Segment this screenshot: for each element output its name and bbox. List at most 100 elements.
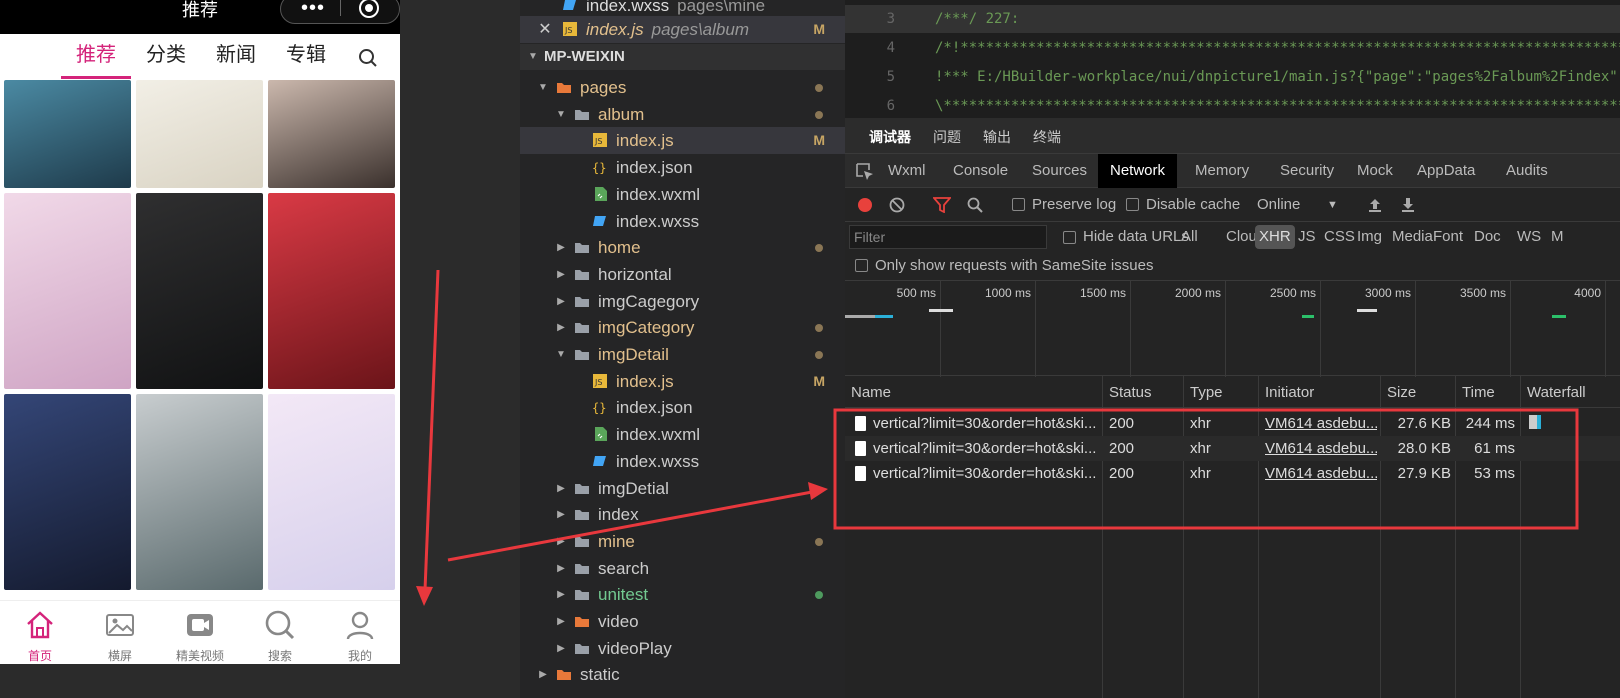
tree-item[interactable]: JS index.js M — [520, 368, 845, 395]
chevron-right-icon[interactable]: ▶ — [554, 528, 568, 555]
tree-item[interactable]: ▶ unitest — [520, 581, 845, 608]
col-type[interactable]: Type — [1190, 378, 1223, 408]
preserve-log-checkbox[interactable] — [1012, 198, 1025, 211]
filter-type-font[interactable]: Font — [1429, 225, 1467, 249]
tree-item[interactable]: ▶ static — [520, 661, 845, 688]
tree-item[interactable]: index.wxml — [520, 421, 845, 448]
col-status[interactable]: Status — [1109, 378, 1152, 408]
meme-image[interactable] — [136, 80, 263, 188]
filter-icon[interactable] — [933, 197, 951, 213]
col-time[interactable]: Time — [1462, 378, 1495, 408]
chevron-right-icon[interactable]: ▶ — [554, 314, 568, 341]
upload-icon[interactable] — [1367, 197, 1383, 213]
disable-cache-checkbox[interactable] — [1126, 198, 1139, 211]
code-line[interactable]: 3 /***/ 227: — [845, 5, 1620, 33]
tab-horizontal[interactable]: 横屏 — [80, 601, 160, 664]
chevron-right-icon[interactable]: ▶ — [554, 261, 568, 288]
filter-type-img[interactable]: Img — [1353, 225, 1386, 249]
panel-appdata[interactable]: AppData — [1405, 154, 1487, 188]
col-size[interactable]: Size — [1387, 378, 1416, 408]
tree-item[interactable]: ▶ video — [520, 608, 845, 635]
pastel-sky-image[interactable] — [268, 394, 395, 590]
tree-item[interactable]: {} index.json — [520, 154, 845, 181]
tab-terminal[interactable]: 终端 — [1033, 127, 1061, 147]
woman-sequin-dress-image[interactable] — [136, 394, 263, 590]
chevron-right-icon[interactable]: ▶ — [554, 555, 568, 582]
chevron-right-icon[interactable]: ▶ — [554, 608, 568, 635]
chevron-down-icon[interactable]: ▼ — [554, 341, 568, 368]
chevron-right-icon[interactable]: ▶ — [554, 475, 568, 502]
throttle-select[interactable]: Online — [1257, 188, 1300, 222]
tree-item[interactable]: ▼ imgDetail — [520, 341, 845, 368]
search-icon[interactable] — [967, 197, 983, 213]
chevron-right-icon[interactable]: ▶ — [536, 661, 550, 688]
code-line[interactable]: 5 !*** E:/HBuilder-workplace/nui/dnpictu… — [845, 63, 1620, 91]
request-row[interactable]: vertical?limit=30&order=hot&ski... 200 xhr… — [845, 436, 1620, 461]
filter-type-doc[interactable]: Doc — [1470, 225, 1505, 249]
panel-wxml[interactable]: Wxml — [876, 154, 938, 188]
chevron-down-icon[interactable]: ▼ — [1327, 188, 1338, 222]
chevron-down-icon[interactable]: ▼ — [554, 101, 568, 128]
filter-type-m[interactable]: M — [1547, 225, 1568, 249]
tab-video[interactable]: 精美视频 — [160, 601, 240, 664]
code-line[interactable]: 6 \*************************************… — [845, 92, 1620, 118]
tree-item[interactable]: ▶ mine — [520, 528, 845, 555]
nav-album[interactable]: 专辑 — [286, 42, 326, 68]
cell-initiator[interactable]: VM614 asdebu... — [1265, 461, 1377, 486]
tree-item[interactable]: ▶ index — [520, 501, 845, 528]
panel-network[interactable]: Network — [1098, 154, 1178, 188]
tree-item[interactable]: ▶ imgCategory — [520, 314, 845, 341]
tree-item[interactable]: ▶ imgCagegory — [520, 288, 845, 315]
capsule-menu[interactable]: ••• — [280, 0, 400, 24]
download-icon[interactable] — [1400, 197, 1416, 213]
panel-memory[interactable]: Memory — [1183, 154, 1261, 188]
tab-mine[interactable]: 我的 — [320, 601, 400, 664]
samesite-checkbox[interactable] — [855, 259, 868, 272]
mountain-image[interactable] — [4, 80, 131, 188]
woman-white-dress-image[interactable] — [4, 193, 131, 389]
tree-item[interactable]: ▶ videoPlay — [520, 635, 845, 662]
cell-initiator[interactable]: VM614 asdebu... — [1265, 411, 1377, 436]
chevron-right-icon[interactable]: ▶ — [554, 288, 568, 315]
request-row[interactable]: vertical?limit=30&order=hot&ski... 200 xhr… — [845, 411, 1620, 436]
chevron-right-icon[interactable]: ▶ — [554, 635, 568, 662]
filter-type-all[interactable]: All — [1177, 225, 1202, 249]
hide-data-urls-checkbox[interactable] — [1063, 231, 1076, 244]
tab-search[interactable]: 搜索 — [240, 601, 320, 664]
tree-item[interactable]: ▶ imgDetial — [520, 475, 845, 502]
nav-news[interactable]: 新闻 — [216, 42, 256, 68]
chevron-right-icon[interactable]: ▶ — [554, 501, 568, 528]
tree-item[interactable]: index.wxss — [520, 448, 845, 475]
close-icon[interactable]: ✕ — [538, 16, 552, 43]
tab-problems[interactable]: 问题 — [933, 127, 961, 147]
tree-item[interactable]: index.wxss — [520, 208, 845, 235]
panel-sources[interactable]: Sources — [1020, 154, 1099, 188]
open-editor-active[interactable]: ✕ JS index.js pages\album M — [520, 16, 845, 43]
tree-item[interactable]: ▼ album — [520, 101, 845, 128]
col-waterfall[interactable]: Waterfall — [1527, 378, 1586, 408]
tree-item[interactable]: ▶ home — [520, 234, 845, 261]
network-overview[interactable]: 500 ms 1000 ms 1500 ms 2000 ms 2500 ms 3000 m… — [845, 280, 1620, 377]
inspect-icon[interactable] — [855, 162, 875, 182]
tab-output[interactable]: 输出 — [983, 127, 1011, 147]
cell-initiator[interactable]: VM614 asdebu... — [1265, 436, 1377, 461]
tree-item[interactable]: JS index.js M — [520, 127, 845, 155]
filter-type-xhr[interactable]: XHR — [1255, 225, 1295, 249]
chevron-right-icon[interactable]: ▶ — [554, 234, 568, 261]
record-icon[interactable] — [857, 197, 873, 213]
chevron-down-icon[interactable]: ▼ — [536, 74, 550, 101]
tree-item[interactable]: ▶ horizontal — [520, 261, 845, 288]
more-icon[interactable]: ••• — [301, 0, 325, 19]
code-line[interactable]: 4 /*!************************************… — [845, 34, 1620, 62]
tree-item[interactable]: {} index.json — [520, 394, 845, 421]
panel-mock[interactable]: Mock — [1345, 154, 1405, 188]
search-icon[interactable] — [358, 48, 378, 68]
tab-debugger[interactable]: 调试器 — [869, 127, 911, 147]
col-name[interactable]: Name — [851, 378, 891, 408]
clear-icon[interactable] — [889, 197, 905, 213]
filter-type-ws[interactable]: WS — [1513, 225, 1545, 249]
superheroes-image[interactable] — [4, 394, 131, 590]
mp-weixin-section[interactable]: ▼ MP-WEIXIN — [520, 44, 845, 70]
code-editor[interactable]: 3 /***/ 227: 4 /*!*************************… — [845, 0, 1620, 118]
request-row[interactable]: vertical?limit=30&order=hot&ski... 200 xhr… — [845, 461, 1620, 486]
